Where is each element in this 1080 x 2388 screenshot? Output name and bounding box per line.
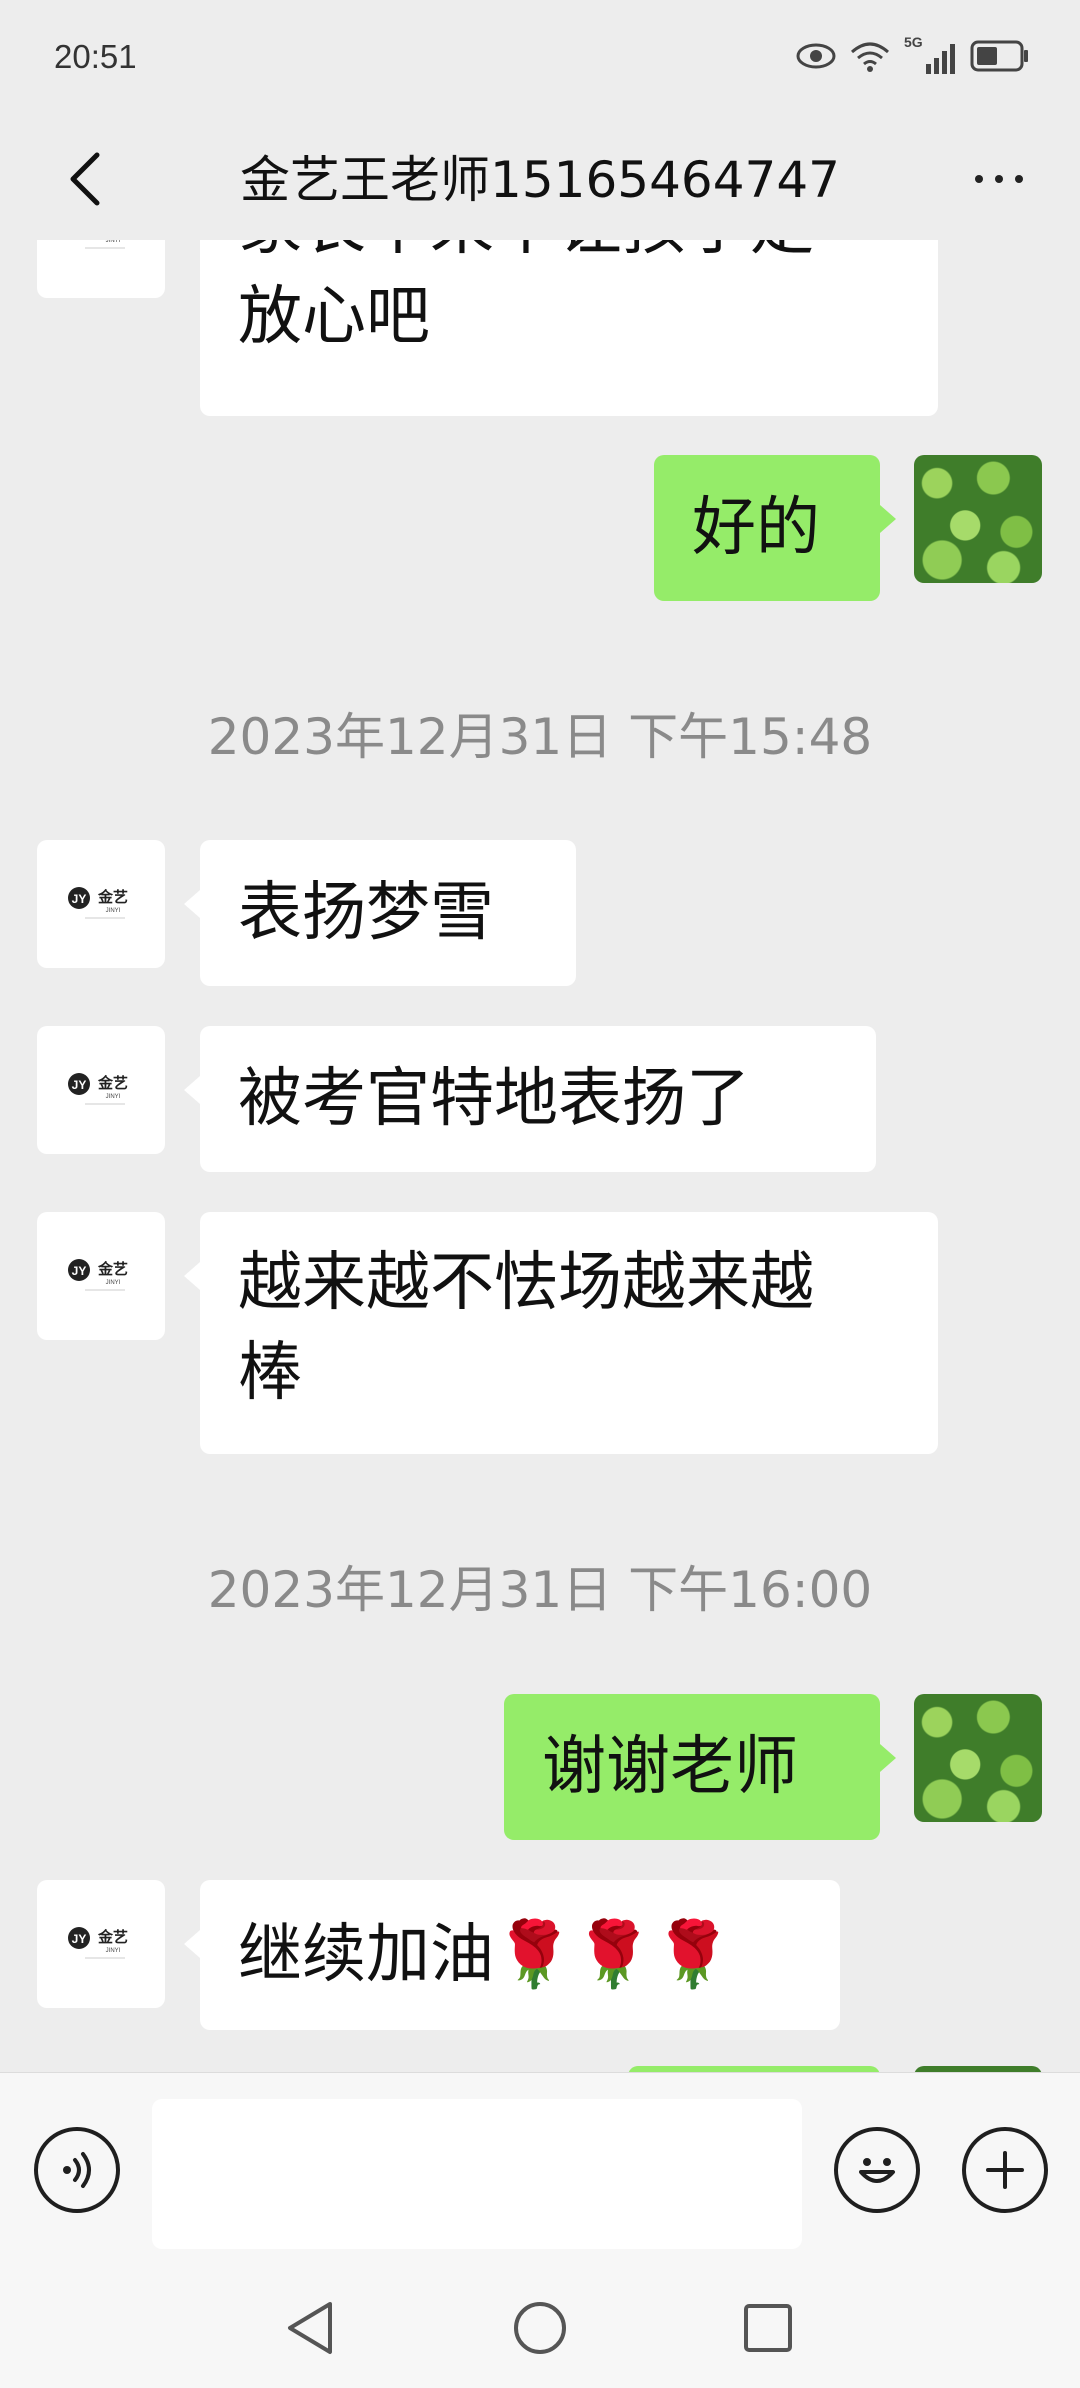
svg-text:JINYI: JINYI: [106, 1280, 121, 1286]
message-timestamp: 2023年12月31日 下午15:48: [207, 708, 873, 766]
message-text-line: 家长不来不让孩子走: [238, 240, 900, 272]
svg-text:JINYI: JINYI: [106, 1094, 121, 1100]
teacher-avatar[interactable]: JY 金艺 JINYI: [37, 1026, 165, 1154]
status-icons: 5G: [796, 34, 1030, 80]
jinyi-logo-icon: JY 金艺 JINYI: [65, 1252, 137, 1300]
my-avatar[interactable]: [914, 455, 1042, 583]
svg-text:JY: JY: [72, 1078, 87, 1092]
svg-text:金艺: 金艺: [97, 1074, 128, 1092]
eye-icon: [796, 42, 836, 74]
teacher-avatar[interactable]: JY 金艺 JINYI: [37, 1880, 165, 2008]
svg-text:JY: JY: [72, 1264, 87, 1278]
nav-back-button[interactable]: [272, 2290, 348, 2366]
jinyi-logo-icon: JY 金艺 JINYI: [65, 880, 137, 928]
battery-icon: [970, 39, 1030, 77]
nav-home-button[interactable]: [502, 2290, 578, 2366]
message-text-line: 继续加油🌹🌹🌹: [238, 1918, 734, 1992]
message-text-line: 越来越不怯场越来越: [238, 1246, 814, 1320]
svg-text:JINYI: JINYI: [106, 908, 121, 914]
status-time: 20:51: [54, 38, 137, 75]
more-button[interactable]: [954, 134, 1044, 224]
svg-text:JINYI: JINYI: [106, 1948, 121, 1954]
signal-icon: 5G: [904, 34, 956, 76]
emoji-icon: [859, 2158, 895, 2183]
message-text-line: 谢谢老师: [542, 1730, 798, 1804]
message-text-line: 棒: [238, 1336, 302, 1410]
message-timestamp: 2023年12月31日 下午16:00: [207, 1561, 873, 1619]
message-bubble-outgoing[interactable]: 谢谢老师: [504, 1694, 896, 1840]
svg-text:JINYI: JINYI: [106, 240, 121, 244]
message-bubble-outgoing[interactable]: 好的: [654, 455, 896, 601]
svg-text:金艺: 金艺: [97, 888, 128, 906]
svg-text:JY: JY: [72, 892, 87, 906]
svg-text:金艺: 金艺: [97, 1260, 128, 1278]
system-nav-bar: [0, 2268, 1080, 2388]
message-input[interactable]: [152, 2099, 802, 2249]
chat-message-list[interactable]: JY 金艺 JINYI 家长不来不让孩子走 放心吧 好的 2023年12月31日 下…: [0, 240, 1080, 2072]
message-text-line: 被考官特地表扬了: [238, 1062, 750, 1136]
jinyi-logo-icon: JY 金艺 JINYI: [65, 1066, 137, 1114]
svg-text:金艺: 金艺: [97, 1928, 128, 1946]
back-button[interactable]: [40, 134, 130, 224]
chat-title: 金艺王老师15165464747: [240, 151, 840, 209]
more-dot: [975, 175, 983, 183]
message-bubble-incoming[interactable]: 被考官特地表扬了: [184, 1026, 876, 1172]
my-avatar[interactable]: [914, 1694, 1042, 1822]
teacher-avatar[interactable]: JY金艺JINYI: [37, 240, 165, 298]
plus-button[interactable]: [962, 2127, 1048, 2213]
more-dot: [995, 175, 1003, 183]
message-text-line: 放心吧: [238, 280, 430, 354]
jinyi-logo-icon: JY金艺JINYI: [65, 240, 137, 258]
more-dot: [1015, 175, 1023, 183]
message-bubble-incoming[interactable]: 继续加油🌹🌹🌹: [184, 1880, 840, 2030]
nav-home-icon: [514, 2302, 566, 2354]
message-bubble-incoming[interactable]: 越来越不怯场越来越 棒: [184, 1212, 938, 1454]
svg-text:JY: JY: [72, 1932, 87, 1946]
message-input-bar: [0, 2072, 1080, 2268]
teacher-avatar[interactable]: JY 金艺 JINYI: [37, 1212, 165, 1340]
wifi-icon: [850, 40, 890, 76]
chevron-left-icon: [70, 152, 100, 206]
nav-recents-icon: [744, 2304, 792, 2352]
voice-button[interactable]: [34, 2127, 120, 2213]
message-bubble-incoming[interactable]: 家长不来不让孩子走 放心吧: [200, 240, 938, 416]
jinyi-logo-icon: JY 金艺 JINYI: [65, 1920, 137, 1968]
plus-icon: [986, 2151, 1024, 2189]
teacher-avatar[interactable]: JY 金艺 JINYI: [37, 840, 165, 968]
nav-back-icon: [288, 2302, 332, 2354]
chat-header: 金艺王老师15165464747: [0, 118, 1080, 240]
status-bar: 20:51 5G: [0, 0, 1080, 118]
message-text-line: 表扬梦雪: [238, 876, 494, 950]
voice-icon: [63, 2152, 91, 2188]
message-bubble-incoming[interactable]: 表扬梦雪: [184, 840, 576, 986]
message-text-line: 好的: [692, 491, 820, 565]
emoji-button[interactable]: [834, 2127, 920, 2213]
nav-recents-button[interactable]: [730, 2290, 806, 2366]
